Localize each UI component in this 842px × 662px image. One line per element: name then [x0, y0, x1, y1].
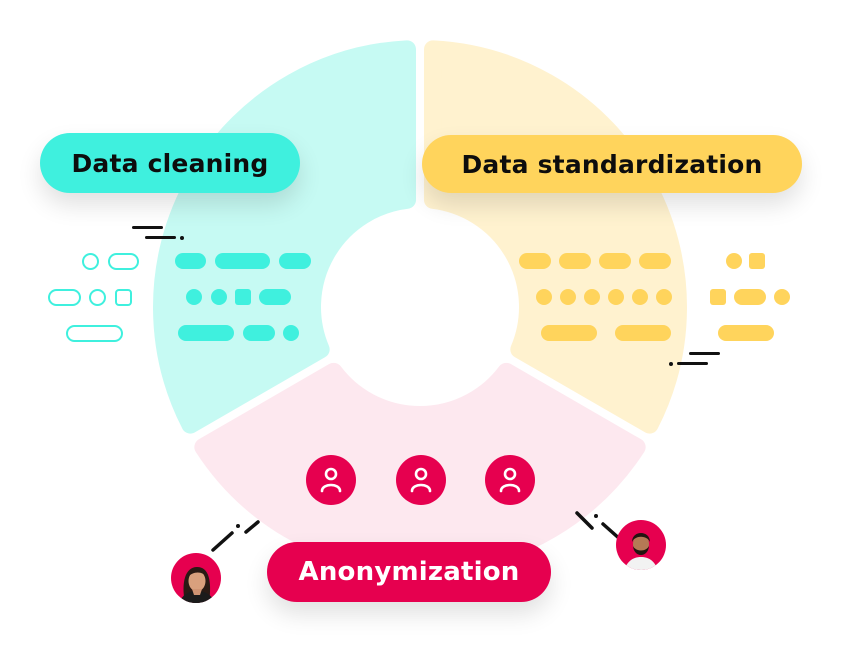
dash-line: [211, 531, 234, 552]
anonymization-label: Anonymization: [267, 542, 551, 602]
dash-dot: [236, 524, 240, 528]
data-cleaning-label: Data cleaning: [40, 133, 300, 193]
dash-dot: [594, 514, 598, 518]
dash-line: [244, 520, 260, 534]
data-standardization-label: Data standardization: [422, 135, 802, 193]
man-avatar: [616, 520, 666, 570]
dash-line: [575, 511, 594, 530]
woman-avatar: [171, 553, 221, 603]
